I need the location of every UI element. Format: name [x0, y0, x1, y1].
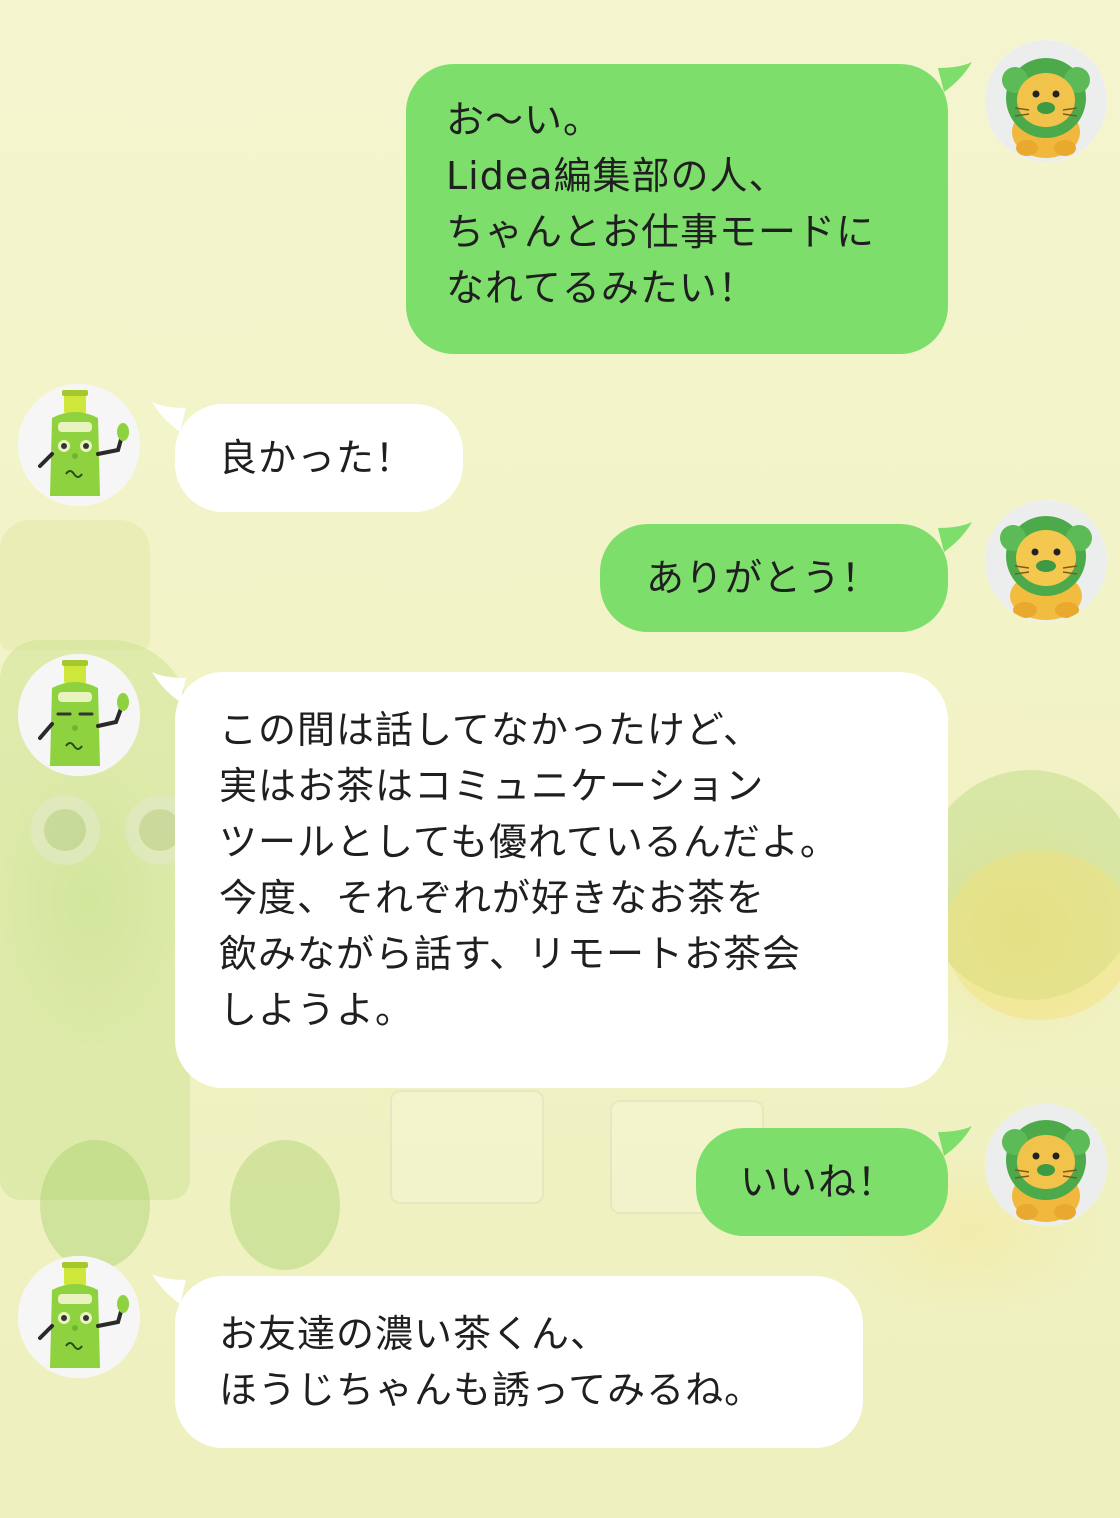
lion-avatar[interactable] — [985, 500, 1107, 622]
bubble-tail — [938, 1126, 972, 1156]
message-bubble: いいね！ — [696, 1128, 948, 1236]
bubble-tail — [938, 522, 972, 552]
message-bubble: この間は話してなかったけど、 実はお茶はコミュニケーション ツールとしても優れて… — [175, 672, 948, 1088]
lion-plush-icon — [985, 1104, 1107, 1226]
bubble-tail — [938, 62, 972, 92]
bottle-avatar[interactable] — [18, 1256, 140, 1378]
tea-bottle-character-icon — [18, 1256, 140, 1378]
lion-avatar[interactable] — [985, 40, 1107, 162]
lion-avatar[interactable] — [985, 1104, 1107, 1226]
lion-plush-icon — [985, 500, 1107, 622]
message-bubble: 良かった！ — [175, 404, 463, 512]
lion-plush-icon — [985, 40, 1107, 162]
bottle-avatar[interactable] — [18, 384, 140, 506]
tea-bottle-character-icon — [18, 384, 140, 506]
message-bubble: お友達の濃い茶くん、 ほうじちゃんも誘ってみるね。 — [175, 1276, 863, 1448]
message-bubble: ありがとう！ — [600, 524, 948, 632]
tea-bottle-character-icon — [18, 654, 140, 776]
message-bubble: お〜い。 Lidea編集部の人、 ちゃんとお仕事モードに なれてるみたい！ — [406, 64, 948, 354]
bottle-avatar[interactable] — [18, 654, 140, 776]
